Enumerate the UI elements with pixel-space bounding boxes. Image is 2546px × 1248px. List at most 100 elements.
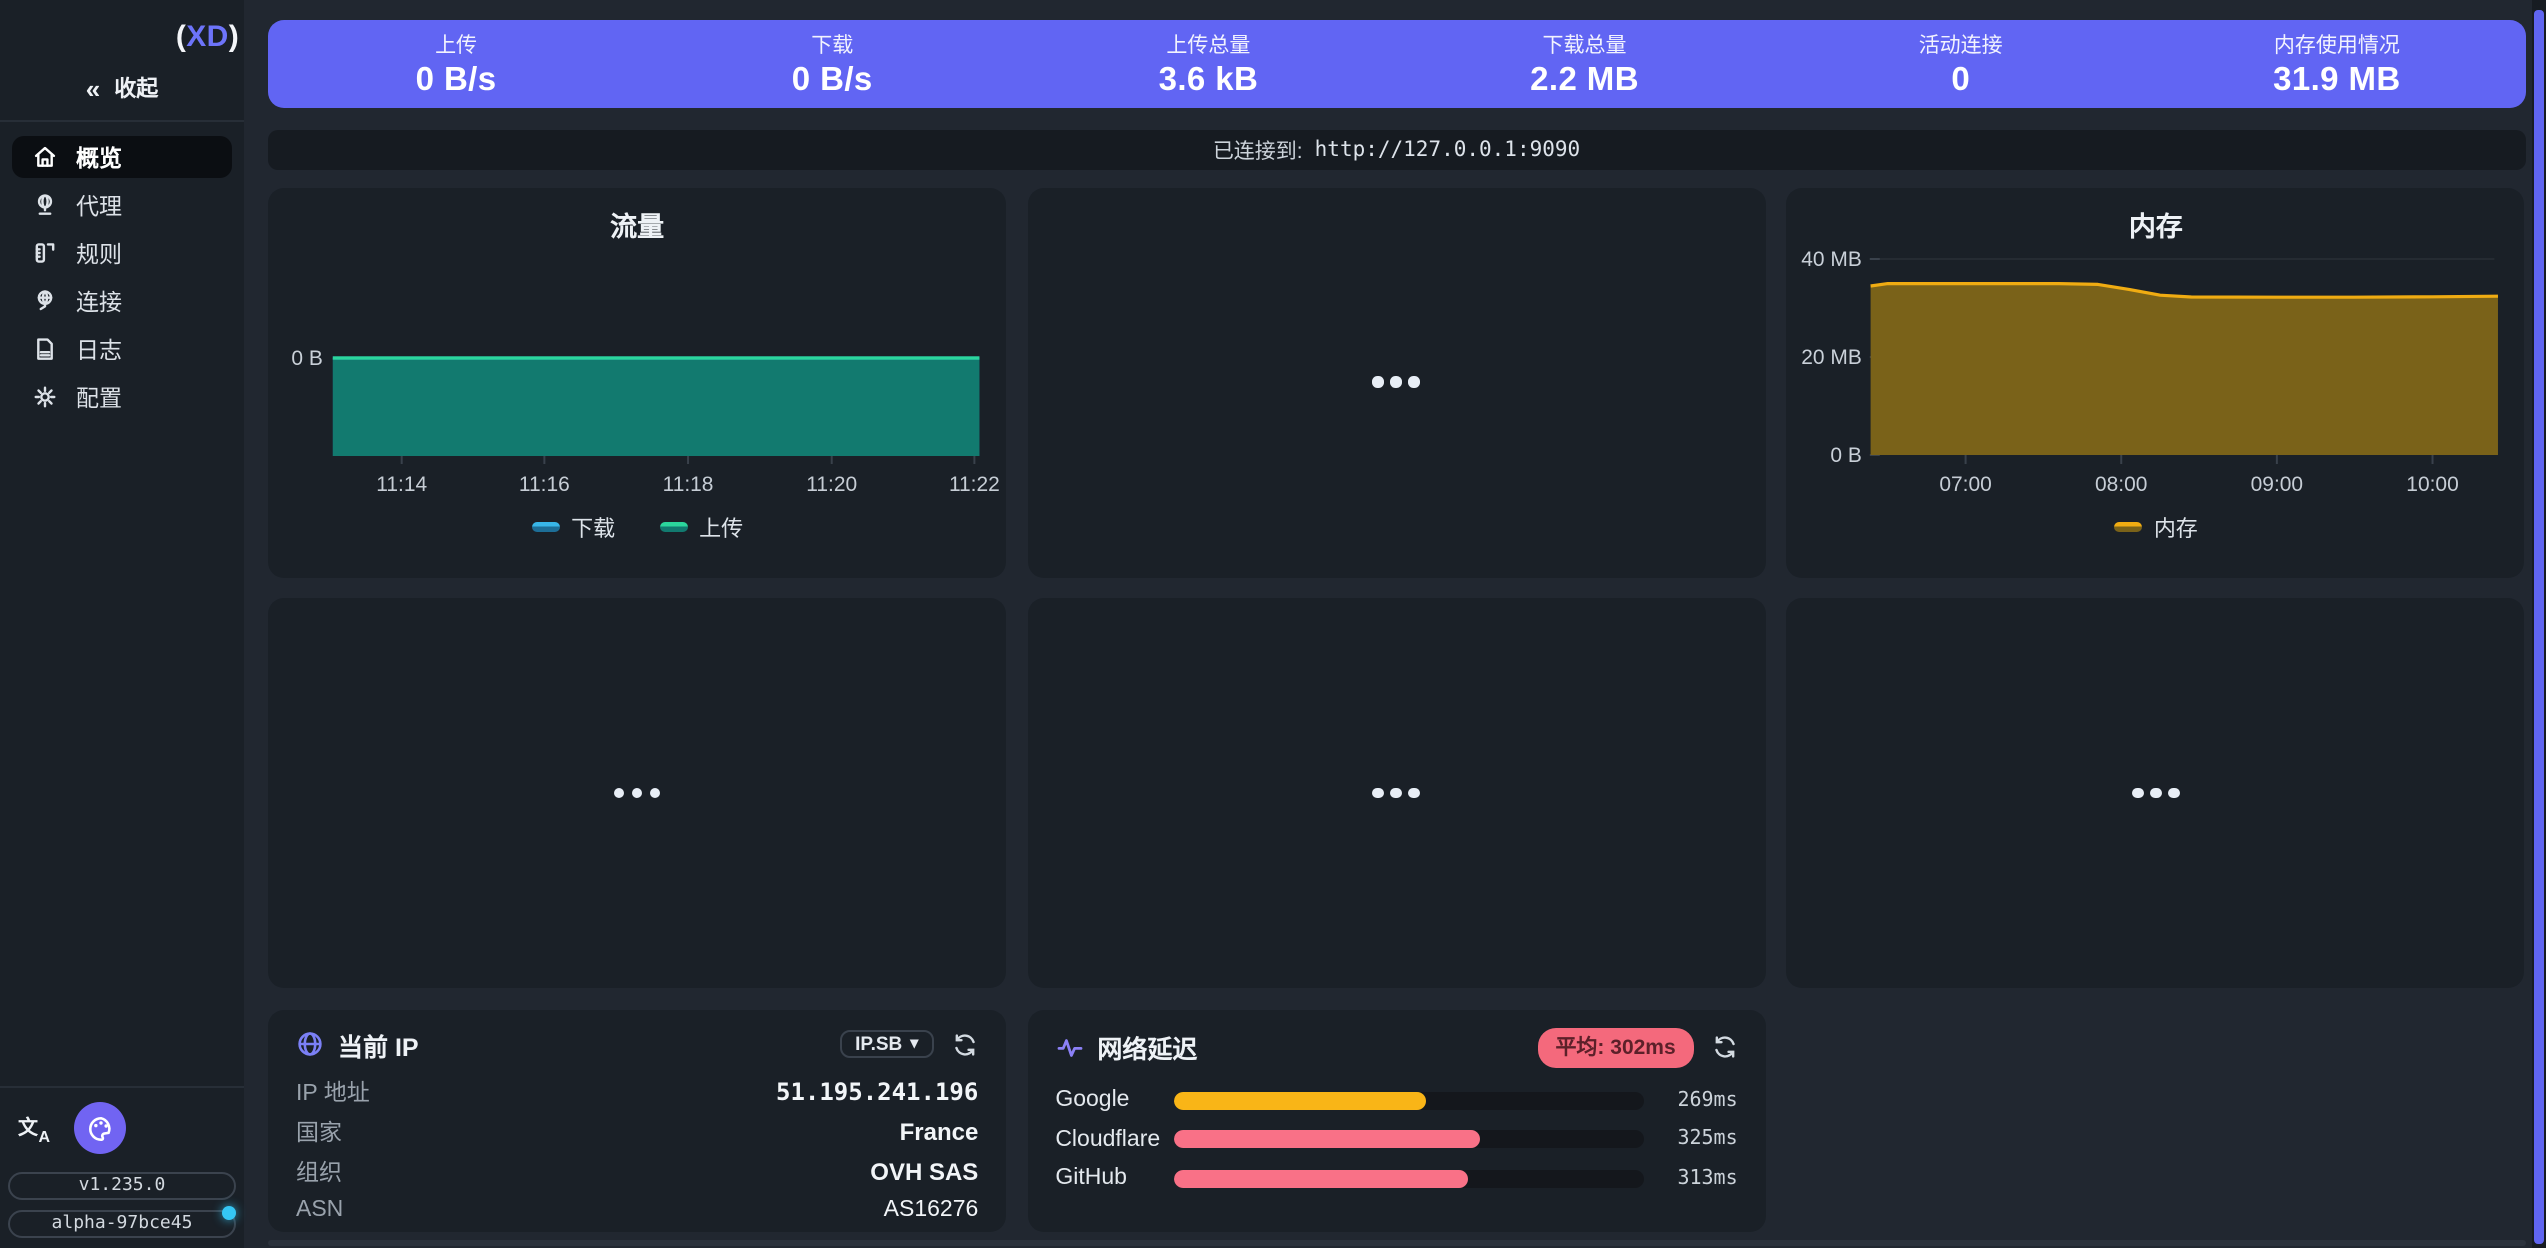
latency-bar-track — [1173, 1092, 1643, 1110]
latency-row-github[interactable]: GitHub313ms — [1055, 1159, 1737, 1198]
stat-value: 0 B/s — [792, 61, 873, 99]
globe-icon — [296, 1030, 324, 1058]
latency-bar-fill — [1173, 1131, 1479, 1149]
legend-item-上传[interactable]: 上传 — [659, 511, 743, 543]
network-latency-card: 网络延迟 平均: 302ms Google269msCloudflare325m… — [1027, 1009, 1765, 1232]
sidebar-item-label: 配置 — [76, 381, 122, 413]
language-icon[interactable]: 文A — [18, 1112, 50, 1144]
sidebar-menu: 概览代理规则连接日志配置 — [0, 122, 244, 432]
ip-info-rows: IP 地址51.195.241.196国家France组织OVH SASASNA… — [296, 1073, 978, 1231]
loading-dots — [2132, 788, 2179, 799]
svg-text:0 B: 0 B — [1831, 443, 1862, 466]
palette-icon — [85, 1113, 115, 1143]
app-logo: METACUBE(XD) — [0, 4, 244, 68]
sidebar-footer: 文A — [0, 1088, 244, 1166]
logs-icon — [32, 336, 58, 362]
sidebar-item-home[interactable]: 概览 — [12, 136, 232, 178]
legend-swatch — [2114, 522, 2142, 532]
ip-info-row: IP 地址 51.195.241.196 — [296, 1073, 978, 1112]
loading-card — [268, 598, 1006, 988]
stat-label: 活动连接 — [1919, 29, 2003, 59]
ip-provider-dropdown[interactable]: IP.SB ▾ — [839, 1030, 934, 1059]
header-stat: 下载总量2.2 MB — [1396, 29, 1772, 99]
settings-icon — [32, 384, 58, 410]
ip-row-value: AS16276 — [884, 1199, 979, 1223]
loading-dots — [1373, 377, 1420, 388]
latency-row-google[interactable]: Google 269ms — [1055, 1081, 1737, 1120]
svg-text:20 MB: 20 MB — [1802, 345, 1863, 368]
refresh-ip-button[interactable] — [952, 1031, 978, 1057]
scrollbar-thumb[interactable] — [2534, 10, 2544, 1244]
refresh-icon — [952, 1031, 978, 1057]
svg-text:0 B: 0 B — [291, 346, 322, 369]
latency-site-name: Cloudflare — [1055, 1128, 1159, 1152]
sidebar: METACUBE(XD) « 收起 概览代理规则连接日志配置 文A — [0, 0, 244, 1248]
latency-value: 269ms — [1658, 1090, 1738, 1112]
svg-text:07:00: 07:00 — [1940, 472, 1992, 495]
latency-rows: Google 269ms Cloudflare325msGitHub313ms — [1055, 1081, 1737, 1198]
vertical-scrollbar[interactable] — [2532, 0, 2546, 1248]
legend-swatch — [659, 522, 687, 532]
header-stat: 内存使用情况31.9 MB — [2149, 29, 2525, 99]
legend-item-内存[interactable]: 内存 — [2114, 511, 2198, 543]
latency-site-name: GitHub — [1055, 1167, 1159, 1191]
stat-value: 3.6 kB — [1159, 61, 1259, 99]
ip-row-label: 国家 — [296, 1116, 342, 1148]
collapse-label: 收起 — [114, 72, 158, 104]
collapse-sidebar-button[interactable]: « 收起 — [20, 70, 224, 106]
svg-text:11:20: 11:20 — [806, 472, 857, 495]
svg-text:10:00: 10:00 — [2407, 472, 2459, 495]
legend-swatch — [531, 522, 559, 532]
refresh-latency-button[interactable] — [1712, 1034, 1738, 1060]
sidebar-item-label: 概览 — [76, 141, 122, 173]
ip-row-label: 组织 — [296, 1155, 342, 1187]
ip-card-title: 当前 IP — [338, 1025, 419, 1063]
sidebar-item-rules[interactable]: 规则 — [12, 232, 232, 274]
svg-text:11:18: 11:18 — [663, 472, 714, 495]
sidebar-item-settings[interactable]: 配置 — [12, 376, 232, 418]
version-badge: v1.235.0 — [8, 1172, 236, 1200]
logo-paren-open: ( — [176, 19, 186, 53]
home-icon — [32, 144, 58, 170]
stat-label: 下载总量 — [1543, 29, 1627, 59]
connections-icon — [32, 288, 58, 314]
latency-site-name: Google — [1055, 1089, 1159, 1113]
proxies-icon — [32, 192, 58, 218]
update-notification-dot — [222, 1206, 236, 1220]
stat-label: 下载 — [811, 29, 853, 59]
memory-chart-legend: 内存 — [1787, 511, 2525, 543]
legend-item-下载[interactable]: 下载 — [531, 511, 615, 543]
main-content: 上传0 B/s下载0 B/s上传总量3.6 kB下载总量2.2 MB活动连接0内… — [244, 0, 2546, 1248]
dashboard-grid: 流量 0 B11:1411:1611:1811:2011:22 下载上传 内存 … — [268, 187, 2525, 1232]
refresh-icon — [1712, 1034, 1738, 1060]
traffic-chart-legend: 下载 上传 — [268, 511, 1006, 543]
ip-info-row: 组织OVH SAS — [296, 1152, 978, 1191]
legend-label: 下载 — [571, 511, 615, 543]
stat-label: 上传总量 — [1166, 29, 1250, 59]
sidebar-item-proxies[interactable]: 代理 — [12, 184, 232, 226]
sidebar-item-connections[interactable]: 连接 — [12, 280, 232, 322]
latency-bar-track — [1173, 1131, 1643, 1149]
latency-row-cloudflare[interactable]: Cloudflare325ms — [1055, 1120, 1737, 1159]
ip-info-row: 国家France — [296, 1112, 978, 1151]
header-stat: 活动连接0 — [1773, 29, 2149, 99]
svg-text:08:00: 08:00 — [2096, 472, 2148, 495]
loading-dots — [614, 788, 661, 799]
ip-row-value: 51.195.241.196 — [776, 1079, 978, 1107]
memory-chart-card: 内存 0 B20 MB40 MB07:0008:0009:0010:00 内存 — [1787, 187, 2525, 577]
connection-status-bar: 已连接到: http://127.0.0.1:9090 — [268, 130, 2525, 170]
stat-value: 2.2 MB — [1530, 61, 1639, 99]
traffic-chart-card: 流量 0 B11:1411:1611:1811:2011:22 下载上传 — [268, 187, 1006, 577]
build-badge: alpha-97bce45 — [8, 1210, 236, 1238]
version-badges: v1.235.0 alpha-97bce45 — [0, 1166, 244, 1248]
latency-bar-fill — [1173, 1170, 1467, 1188]
theme-palette-button[interactable] — [74, 1102, 126, 1154]
logo-accent: XD — [186, 19, 229, 53]
chevrons-left-icon: « — [86, 75, 100, 101]
ip-row-label: IP 地址 — [296, 1077, 370, 1109]
horizontal-scrollbar[interactable] — [268, 1239, 2525, 1246]
legend-label: 上传 — [699, 511, 743, 543]
pulse-icon — [1055, 1033, 1083, 1061]
stats-header-bar: 上传0 B/s下载0 B/s上传总量3.6 kB下载总量2.2 MB活动连接0内… — [268, 20, 2525, 108]
sidebar-item-logs[interactable]: 日志 — [12, 328, 232, 370]
